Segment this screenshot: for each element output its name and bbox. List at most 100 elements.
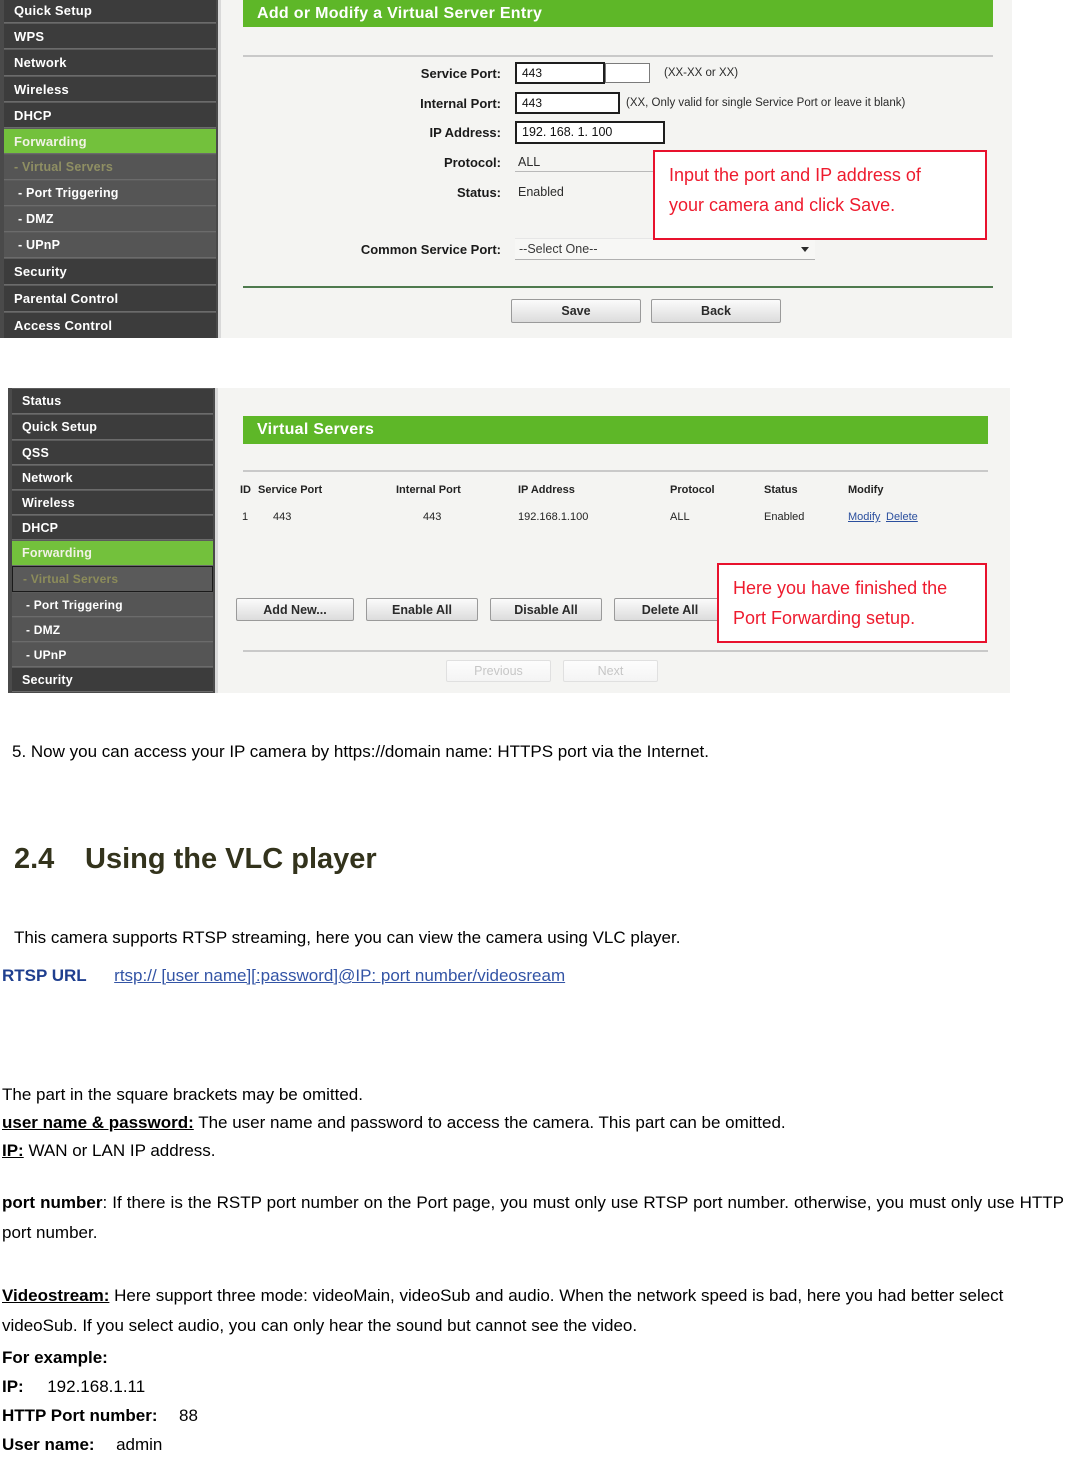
common-service-port-select[interactable]: --Select One-- [515,238,815,260]
sidebar-item-upnp[interactable]: - UPnP [4,232,216,258]
common-service-port-label: Common Service Port: [360,241,501,257]
sidebar2-item-port-triggering[interactable]: - Port Triggering [12,592,213,617]
port-number-text: : If there is the RSTP port number on th… [2,1193,1065,1242]
username-password-line: user name & password: The user name and … [2,1113,786,1133]
enable-all-button[interactable]: Enable All [366,598,478,621]
sidebar-item-dmz[interactable]: - DMZ [4,206,216,232]
brackets-note: The part in the square brackets may be o… [2,1085,363,1104]
sidebar-item-wps[interactable]: WPS [4,23,216,49]
save-button[interactable]: Save [511,299,641,323]
back-button[interactable]: Back [651,299,781,323]
common-service-port-value: --Select One-- [519,242,598,256]
sidebar2-item-qss[interactable]: QSS [12,440,213,465]
sidebar-item-wireless[interactable]: Wireless [4,76,216,102]
divider-bottom [243,286,993,288]
username-password-label: user name & password: [2,1113,194,1132]
example-http-port-value: 88 [179,1406,198,1425]
sidebar-item-quick-setup[interactable]: Quick Setup [4,0,216,23]
internal-port-hint: (XX, Only valid for single Service Port … [626,97,906,109]
table-header-internal-port: Internal Port [396,484,461,496]
port-number-label: port number [2,1193,103,1212]
page-title: Using the VLC player [85,843,377,875]
delete-all-button[interactable]: Delete All [614,598,726,621]
sidebar-item-forwarding[interactable]: Forwarding [4,128,216,154]
protocol-label: Protocol: [443,154,501,170]
callout-input-port-ip: Input the port and IP address of your ca… [653,150,987,240]
for-example-label: For example: [2,1348,108,1367]
add-entry-title: Add or Modify a Virtual Server Entry [243,0,993,27]
field-row-service-port: Service Port: 443 (XX-XX or XX) [351,60,991,86]
row-modify-link[interactable]: Modify [848,511,880,523]
table-header-id: ID [240,484,251,496]
field-row-ip-address: IP Address: 192. 168. 1. 100 [351,119,991,145]
sidebar2-item-forwarding[interactable]: Forwarding [12,540,213,566]
disable-all-button[interactable]: Disable All [490,598,602,621]
service-port-range-input[interactable] [605,63,650,83]
row-internal-port: 443 [423,511,442,523]
callout-input-line2: your camera and click Save. [669,195,896,215]
username-password-text: The user name and password to access the… [193,1113,786,1132]
add-new-button[interactable]: Add New... [236,598,354,621]
table-header-protocol: Protocol [670,484,715,496]
port-number-paragraph: port number: If there is the RSTP port n… [2,1188,1064,1248]
rtsp-url-label: RTSP URL [2,966,87,985]
page-heading-number: 2.4 [14,843,55,875]
virtual-servers-title: Virtual Servers [243,416,988,444]
service-port-input[interactable]: 443 [515,62,605,84]
sidebar2-item-quick-setup[interactable]: Quick Setup [12,414,213,440]
field-row-internal-port: Internal Port: 443 (XX, Only valid for s… [351,90,991,116]
previous-button[interactable]: Previous [446,660,551,682]
internal-port-input[interactable]: 443 [515,92,620,114]
service-port-hint: (XX-XX or XX) [664,67,739,79]
rtsp-url-value[interactable]: rtsp:// [user name][:password]@IP: port … [114,966,565,985]
internal-port-label: Internal Port: [420,95,501,111]
rtsp-url-line: RTSP URL rtsp:// [user name][:password]@… [2,966,565,986]
callout-input-line1: Input the port and IP address of [669,165,921,185]
router-sidebar-add-entry: Quick Setup WPS Network Wireless DHCP Fo… [0,0,218,338]
row-service-port: 443 [273,511,292,523]
virtual-servers-panel: Virtual Servers ID Service Port Internal… [215,388,1010,693]
service-port-label: Service Port: [420,65,501,81]
sidebar-item-dhcp[interactable]: DHCP [4,102,216,128]
sidebar2-item-network[interactable]: Network [12,465,213,490]
sidebar2-item-upnp[interactable]: - UPnP [12,642,213,667]
ip-label: IP: [2,1141,24,1160]
sidebar2-item-dmz[interactable]: - DMZ [12,617,213,642]
sidebar-item-port-triggering[interactable]: - Port Triggering [4,180,216,206]
callout-finished-line2: Port Forwarding setup. [733,608,916,628]
sidebar2-item-virtual-servers[interactable]: - Virtual Servers [12,566,213,592]
sidebar-item-network[interactable]: Network [4,49,216,76]
divider-top [243,55,993,57]
ip-address-input[interactable]: 192. 168. 1. 100 [515,120,665,144]
ip-text: WAN or LAN IP address. [23,1141,216,1160]
videostream-text: Here support three mode: videoMain, vide… [2,1286,1004,1335]
sidebar2-item-wireless[interactable]: Wireless [12,490,213,515]
router-sidebar-virtual-servers: Status Quick Setup QSS Network Wireless … [8,388,215,693]
row-delete-link[interactable]: Delete [886,511,918,523]
example-user-line: User name: admin [2,1435,162,1455]
callout-finished-line1: Here you have finished the [733,578,948,598]
videostream-paragraph: Videostream: Here support three mode: vi… [2,1281,1068,1341]
table-divider-bottom [243,650,988,652]
table-header-ip-address: IP Address [518,484,575,496]
sidebar2-item-dhcp[interactable]: DHCP [12,515,213,540]
intro-paragraph: This camera supports RTSP streaming, her… [14,928,681,947]
sidebar-item-virtual-servers[interactable]: - Virtual Servers [4,154,216,180]
status-label: Status: [456,184,501,200]
chevron-down-icon [801,246,809,252]
table-header-modify: Modify [848,484,884,496]
sidebar-item-security[interactable]: Security [4,258,216,285]
table-header-status: Status [764,484,798,496]
sidebar-item-parental-control[interactable]: Parental Control [4,285,216,312]
videostream-label: Videostream: [2,1286,110,1305]
next-button[interactable]: Next [563,660,658,682]
sidebar-item-access-control[interactable]: Access Control [4,312,216,338]
example-ip-label: IP: [2,1377,24,1396]
table-row: 1 [242,511,249,523]
row-status: Enabled [764,511,805,523]
step-5-text: 5. Now you can access your IP camera by … [12,742,710,761]
sidebar2-item-security[interactable]: Security [12,667,213,692]
sidebar2-item-status[interactable]: Status [12,388,213,414]
example-http-port-label: HTTP Port number: [2,1406,158,1425]
example-user-value: admin [116,1435,163,1454]
